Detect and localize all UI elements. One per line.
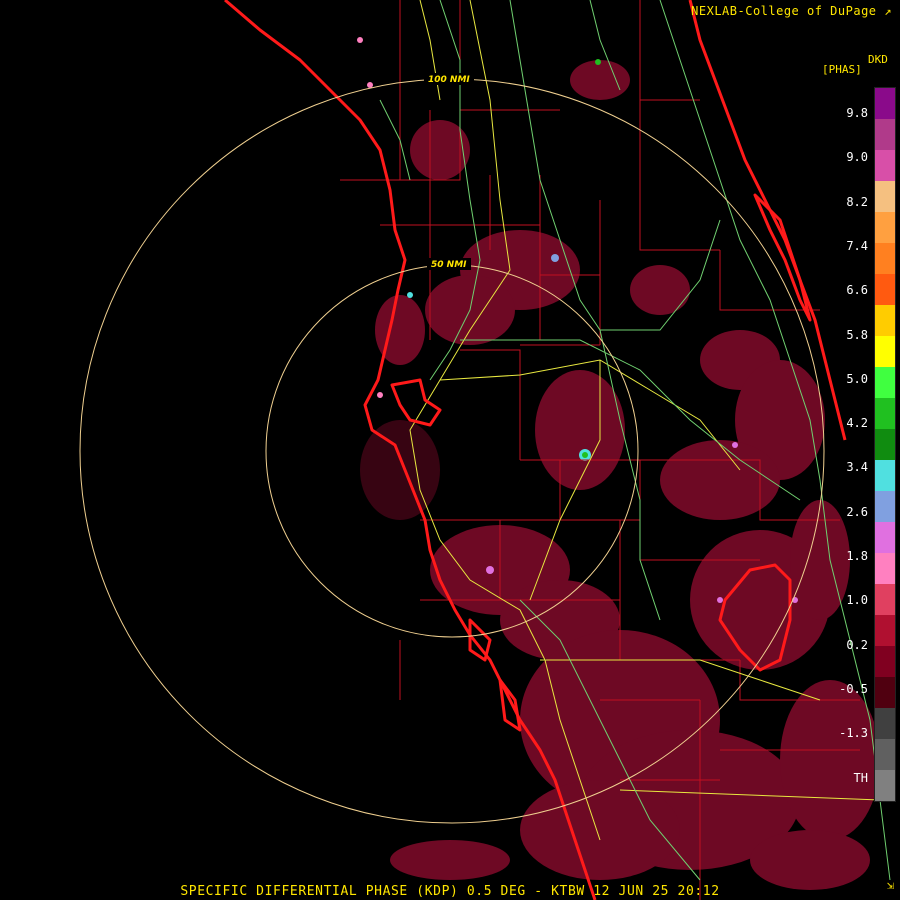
legend-label: -1.3	[839, 726, 868, 741]
legend-label: TH	[853, 770, 868, 785]
legend-label: -0.5	[839, 681, 868, 696]
legend-units: [PHAS]	[822, 63, 862, 76]
legend-product-code: DKD	[868, 53, 888, 66]
credit-mark-icon: ↗	[884, 4, 892, 18]
radar-map: 100 NMI 50 NMI	[0, 0, 900, 900]
legend-label: 2.6	[846, 504, 868, 519]
credit-text: NEXLAB-College of DuPage ↗	[691, 4, 892, 18]
legend-label: 4.2	[846, 416, 868, 431]
legend-label: 3.4	[846, 460, 868, 475]
color-legend-bar	[874, 87, 896, 802]
product-caption: SPECIFIC DIFFERENTIAL PHASE (KDP) 0.5 DE…	[180, 884, 720, 899]
range-ring-label-100: 100 NMI	[428, 75, 470, 85]
legend-label: 9.8	[846, 106, 868, 120]
resize-corner-icon: ⇲	[886, 878, 894, 892]
legend-label: 6.6	[846, 283, 868, 298]
legend-label: 5.8	[846, 327, 868, 342]
range-ring-label-50: 50 NMI	[431, 260, 467, 270]
legend-label: 5.0	[846, 371, 868, 386]
legend-label: 0.2	[846, 637, 868, 652]
legend-label: 1.8	[846, 549, 868, 563]
legend-label: 1.0	[846, 593, 868, 608]
legend-label: 9.0	[846, 150, 868, 165]
legend-label: 8.2	[846, 194, 868, 209]
credit-label: NEXLAB-College of DuPage	[691, 4, 877, 18]
legend-label: 7.4	[846, 238, 868, 253]
